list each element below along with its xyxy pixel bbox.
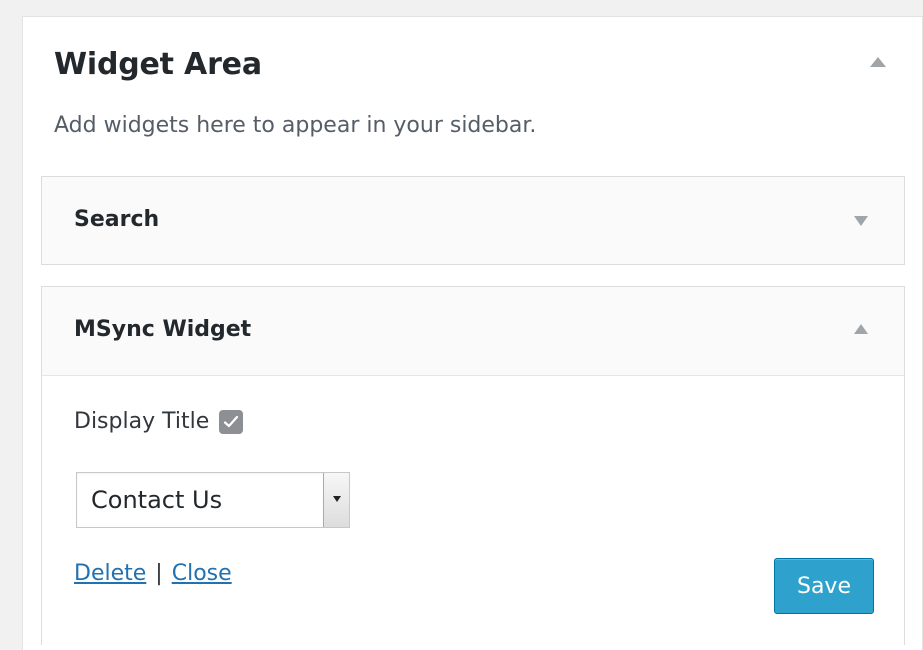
close-link[interactable]: Close (172, 561, 232, 586)
msync-widget-title: MSync Widget (74, 317, 252, 342)
msync-widget-settings: Display Title Contact Us Delete | Close … (42, 375, 904, 645)
checkmark-icon (224, 415, 239, 427)
search-widget-header[interactable]: Search (42, 177, 904, 265)
msync-widget-collapse-icon[interactable] (854, 324, 868, 334)
page-select-arrow-button[interactable] (323, 473, 349, 527)
search-widget-title: Search (74, 207, 160, 232)
widget-area-header: Widget Area Add widgets here to appear i… (23, 17, 922, 167)
page-select-value: Contact Us (91, 486, 223, 514)
delete-link[interactable]: Delete (74, 561, 146, 586)
msync-widget: MSync Widget Display Title Contact Us De… (41, 286, 905, 645)
widgets-page: Widget Area Add widgets here to appear i… (0, 0, 923, 650)
display-title-checkbox[interactable] (219, 409, 244, 434)
link-separator: | (155, 561, 163, 586)
chevron-down-icon (333, 496, 341, 502)
widget-area-title: Widget Area (54, 47, 262, 82)
search-widget-expand-icon[interactable] (854, 216, 868, 226)
widget-area-description: Add widgets here to appear in your sideb… (54, 113, 537, 138)
msync-widget-header[interactable]: MSync Widget (42, 287, 904, 375)
save-button[interactable]: Save (774, 558, 874, 614)
display-title-label: Display Title (74, 409, 210, 434)
display-title-row: Display Title (74, 409, 244, 434)
widget-area-panel: Widget Area Add widgets here to appear i… (22, 16, 923, 650)
widget-control-links: Delete | Close (74, 561, 232, 586)
widget-area-collapse-icon[interactable] (870, 57, 886, 67)
search-widget: Search (41, 176, 905, 265)
page-select[interactable]: Contact Us (76, 472, 350, 528)
